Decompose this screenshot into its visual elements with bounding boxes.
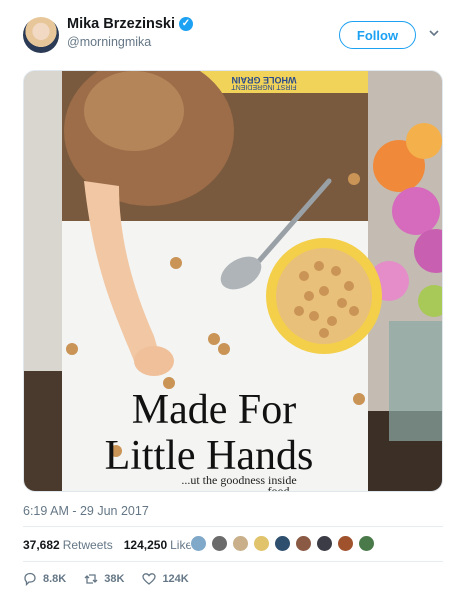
like-count: 124K <box>162 573 189 585</box>
retweets-count[interactable]: 37,682 <box>23 538 60 552</box>
like-action[interactable]: 124K <box>142 572 189 586</box>
avatar[interactable] <box>23 17 59 53</box>
liker-avatar[interactable] <box>358 535 375 552</box>
box-top-text-2: FIRST INGREDIENT <box>231 83 297 90</box>
divider <box>23 526 443 527</box>
liker-avatar[interactable] <box>211 535 228 552</box>
box-headline-line1: Made For <box>132 387 296 433</box>
tweet-header: Mika Brzezinski ✓ @morningmika Follow <box>0 0 465 64</box>
author-name-row[interactable]: Mika Brzezinski ✓ <box>67 16 193 32</box>
liker-avatar[interactable] <box>295 535 312 552</box>
follow-button[interactable]: Follow <box>339 21 416 49</box>
tweet-actions: 8.8K 38K 124K <box>23 570 207 588</box>
retweet-count: 38K <box>104 573 125 585</box>
tweet-stats: 37,682 Retweets 124,250 Likes <box>23 536 209 554</box>
likers-avatars <box>190 535 375 552</box>
cereal-box-photo: WHOLE GRAIN FIRST INGREDIENT Made For Li… <box>24 71 442 492</box>
heart-icon[interactable] <box>142 572 157 586</box>
verified-badge-icon: ✓ <box>179 17 193 31</box>
author-name[interactable]: Mika Brzezinski <box>67 16 175 32</box>
tweet-timestamp[interactable]: 6:19 AM - 29 Jun 2017 <box>23 504 149 518</box>
retweet-icon[interactable] <box>84 572 98 586</box>
likes-count[interactable]: 124,250 <box>124 538 167 552</box>
liker-avatar[interactable] <box>190 535 207 552</box>
liker-avatar[interactable] <box>274 535 291 552</box>
box-subtext-line2: ...food <box>259 484 290 492</box>
chevron-down-icon[interactable] <box>428 27 440 39</box>
reply-action[interactable]: 8.8K <box>23 572 66 586</box>
liker-avatar[interactable] <box>316 535 333 552</box>
liker-avatar[interactable] <box>232 535 249 552</box>
reply-count: 8.8K <box>43 573 67 585</box>
liker-avatar[interactable] <box>337 535 354 552</box>
reply-icon[interactable] <box>23 572 37 586</box>
retweet-action[interactable]: 38K <box>84 572 124 586</box>
divider <box>23 561 443 562</box>
liker-avatar[interactable] <box>253 535 270 552</box>
author-handle[interactable]: @morningmika <box>67 35 151 49</box>
retweets-label[interactable]: Retweets <box>63 538 113 552</box>
tweet-media-photo[interactable]: WHOLE GRAIN FIRST INGREDIENT Made For Li… <box>23 70 443 492</box>
